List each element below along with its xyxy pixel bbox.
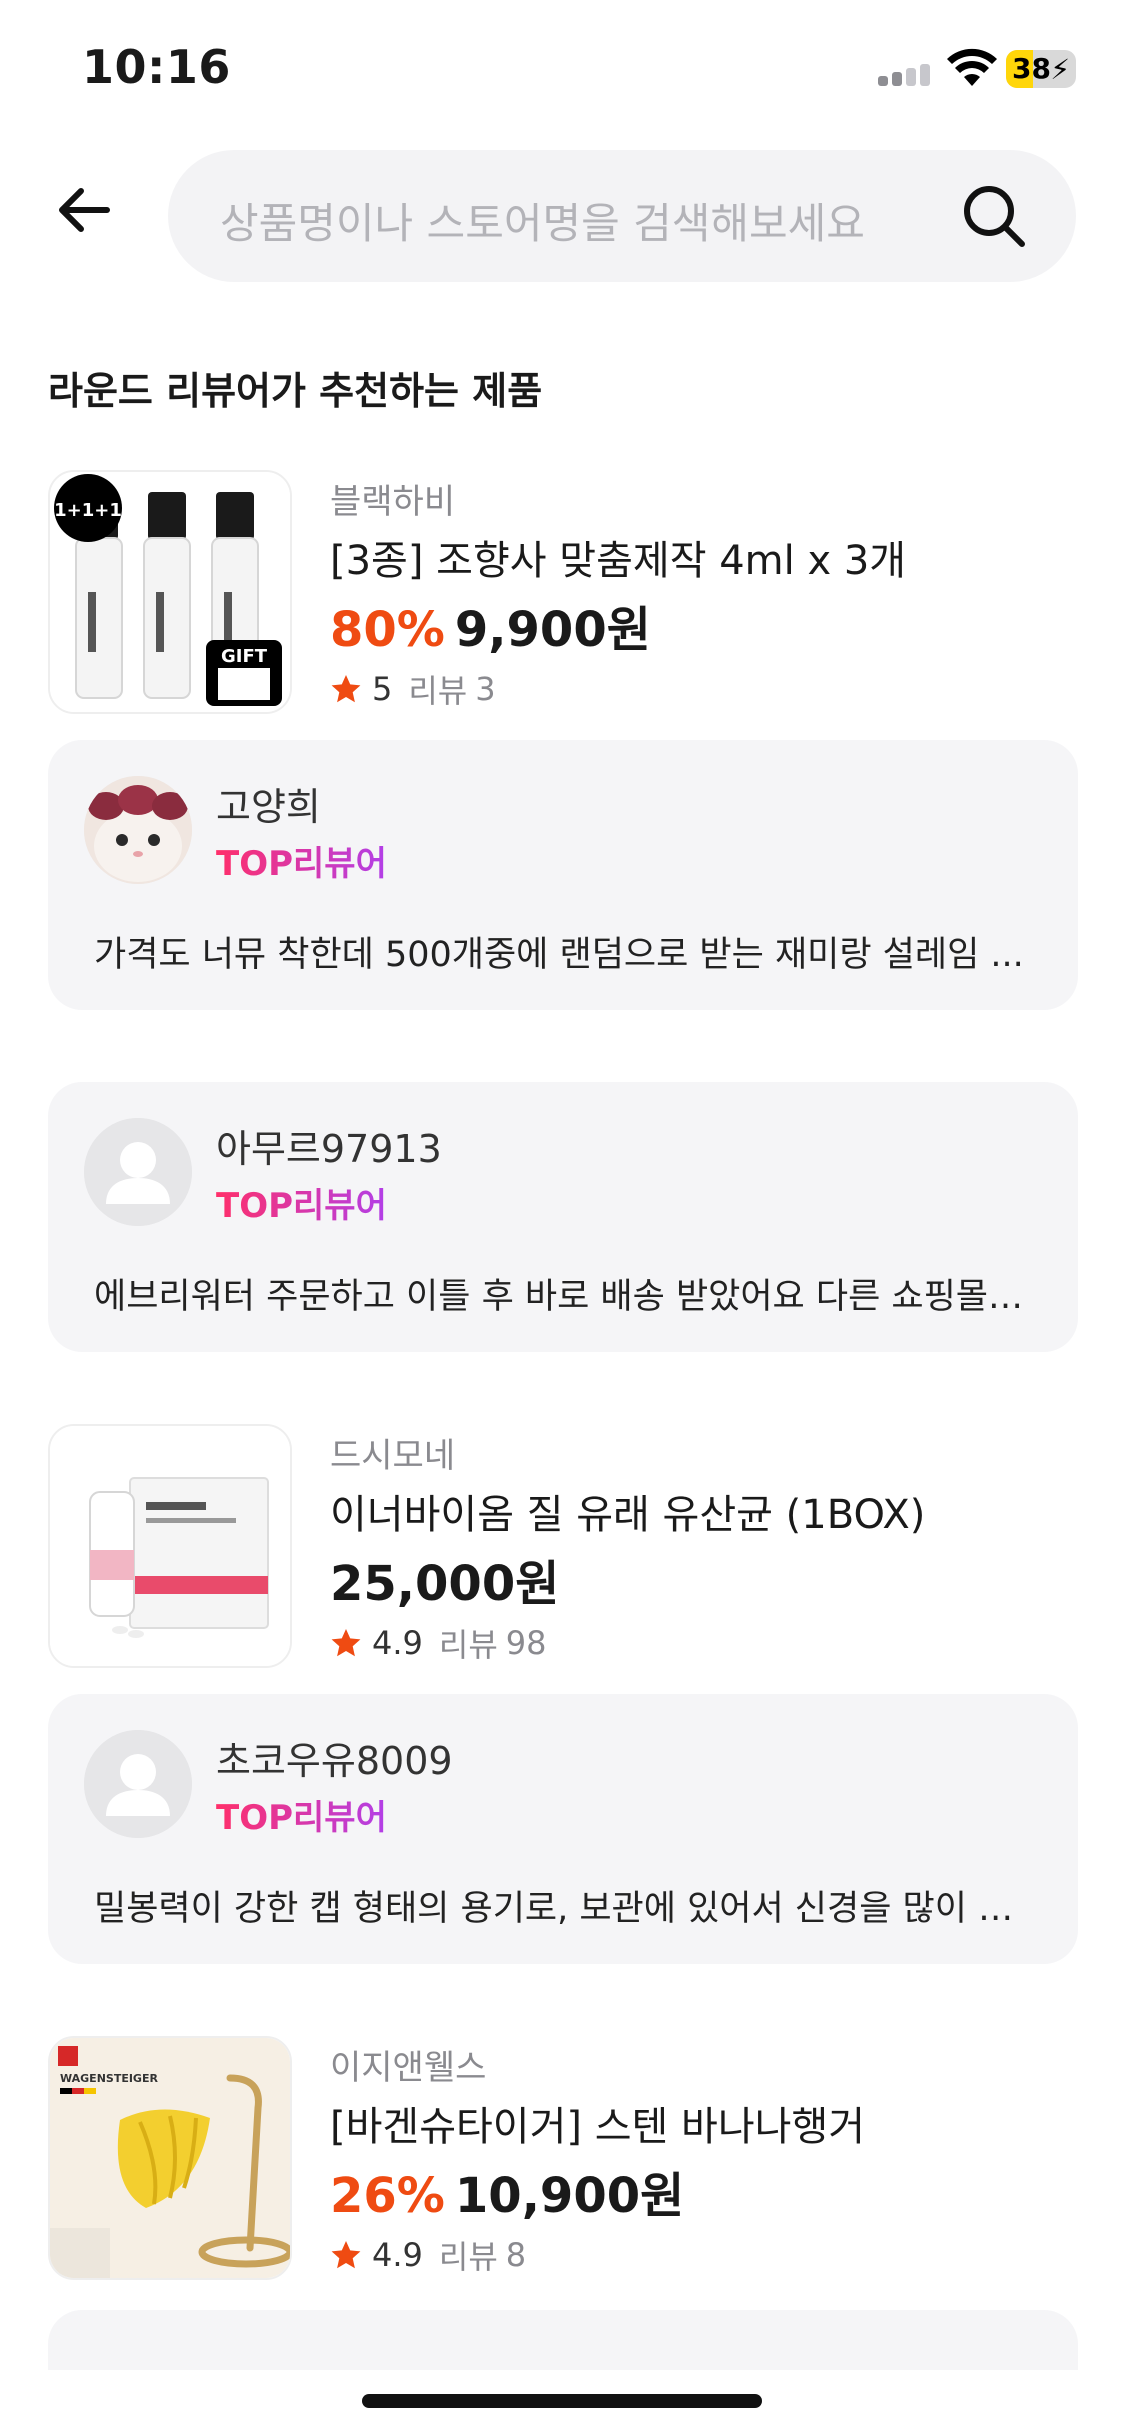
avatar xyxy=(84,776,192,884)
default-user-icon xyxy=(84,1118,192,1226)
product-name: [3종] 조향사 맞춤제작 4ml x 3개 xyxy=(330,538,907,584)
review-card-partial[interactable] xyxy=(48,2310,1078,2370)
rating: 4.9 xyxy=(372,1624,423,1662)
status-bar: 10:16 38 ⚡ xyxy=(0,0,1125,140)
product-name: 이너바이옴 질 유래 유산균 (1BOX) xyxy=(330,1492,926,1538)
store-name: 드시모네 xyxy=(330,1436,456,1476)
product-image[interactable]: WAGENSTEIGER xyxy=(48,2036,292,2280)
product-card[interactable]: 1+1+1 GIFT 블랙하비 [3종] 조향사 맞춤제작 4ml x 3개 8… xyxy=(48,470,1078,716)
review-text: 에브리워터 주문하고 이틀 후 바로 배송 받았어요 다른 쇼핑몰에... xyxy=(94,1277,1042,1317)
rating-row: 4.9 리뷰 8 xyxy=(330,2232,526,2278)
avatar xyxy=(84,1730,192,1838)
price: 9,900원 xyxy=(454,602,651,658)
battery-icon: 38 ⚡ xyxy=(1006,50,1076,88)
default-user-icon xyxy=(84,1730,192,1838)
star-icon xyxy=(331,1629,361,1657)
reviewer-name: 고양희 xyxy=(216,785,321,829)
review-card[interactable]: 초코우유8009 TOP리뷰어 밀봉력이 강한 캡 형태의 용기로, 보관에 있… xyxy=(48,1694,1078,1964)
review-count: 8 xyxy=(505,2236,527,2274)
gift-label: GIFT xyxy=(221,646,268,667)
star-icon xyxy=(331,2241,361,2269)
home-indicator xyxy=(362,2394,762,2408)
price-row: 80% 9,900원 xyxy=(330,590,651,660)
wifi-icon xyxy=(947,48,997,86)
rating-row: 5 리뷰 3 xyxy=(330,666,496,712)
review-count-label: 리뷰 xyxy=(408,672,468,710)
product-name: [바겐슈타이거] 스텐 바나나행거 xyxy=(330,2104,866,2150)
charging-bolt-icon: ⚡ xyxy=(1050,53,1070,86)
price: 10,900원 xyxy=(454,2168,685,2224)
avatar xyxy=(84,1118,192,1226)
review-text: 가격도 너뮤 착한데 500개중에 랜덤으로 받는 재미랑 설레임 ... xyxy=(94,935,1024,975)
product-card[interactable]: WAGENSTEIGER 이지앤웰스 [바겐슈타이거] 스텐 바나나행거 26%… xyxy=(48,2036,1078,2282)
top-reviewer-badge: TOP리뷰어 xyxy=(216,836,387,885)
top-reviewer-badge: TOP리뷰어 xyxy=(216,1178,387,1227)
arrow-left-icon xyxy=(59,188,110,232)
search-input[interactable]: 상품명이나 스토어명을 검색해보세요 xyxy=(168,150,1076,282)
battery-percent: 38 xyxy=(1012,52,1051,85)
cellular-signal-icon xyxy=(878,64,934,86)
section-title: 라운드 리뷰어가 추천하는 제품 xyxy=(48,369,543,413)
discount-rate: 80% xyxy=(330,602,445,658)
promo-badge: 1+1+1 xyxy=(54,500,122,521)
product-card[interactable]: 드시모네 이너바이옴 질 유래 유산균 (1BOX) 25,000원 4.9 리… xyxy=(48,1424,1078,1670)
review-count-label: 리뷰 xyxy=(438,2238,498,2276)
product-image[interactable]: 1+1+1 GIFT xyxy=(48,470,292,714)
product-image[interactable] xyxy=(48,1424,292,1668)
review-text: 밀봉력이 강한 캡 형태의 용기로, 보관에 있어서 신경을 많이 쓴 ... xyxy=(94,1889,1042,1929)
reviewer-name: 초코우유8009 xyxy=(216,1739,453,1783)
review-count: 3 xyxy=(475,670,496,708)
top-reviewer-badge: TOP리뷰어 xyxy=(216,1790,387,1839)
search-placeholder: 상품명이나 스토어명을 검색해보세요 xyxy=(220,199,865,248)
store-name: 이지앤웰스 xyxy=(330,2048,487,2088)
search-icon[interactable] xyxy=(960,182,1028,250)
discount-rate: 26% xyxy=(330,2168,445,2224)
star-icon xyxy=(331,675,361,703)
status-time: 10:16 xyxy=(82,40,231,94)
price-row: 25,000원 xyxy=(330,1544,559,1614)
back-button[interactable] xyxy=(44,170,124,250)
store-name: 블랙하비 xyxy=(330,482,456,522)
review-card[interactable]: 고양희 TOP리뷰어 가격도 너뮤 착한데 500개중에 랜덤으로 받는 재미랑… xyxy=(48,740,1078,1010)
rating: 5 xyxy=(372,670,393,708)
rating-row: 4.9 리뷰 98 xyxy=(330,1620,547,1666)
review-count-label: 리뷰 xyxy=(438,1626,498,1664)
review-card[interactable]: 아무르97913 TOP리뷰어 에브리워터 주문하고 이틀 후 바로 배송 받았… xyxy=(48,1082,1078,1352)
reviewer-name: 아무르97913 xyxy=(216,1127,442,1171)
rating: 4.9 xyxy=(372,2236,423,2274)
price: 25,000원 xyxy=(330,1556,560,1612)
brand-label: WAGENSTEIGER xyxy=(60,2072,158,2085)
review-count: 98 xyxy=(505,1624,547,1662)
price-row: 26% 10,900원 xyxy=(330,2156,684,2226)
